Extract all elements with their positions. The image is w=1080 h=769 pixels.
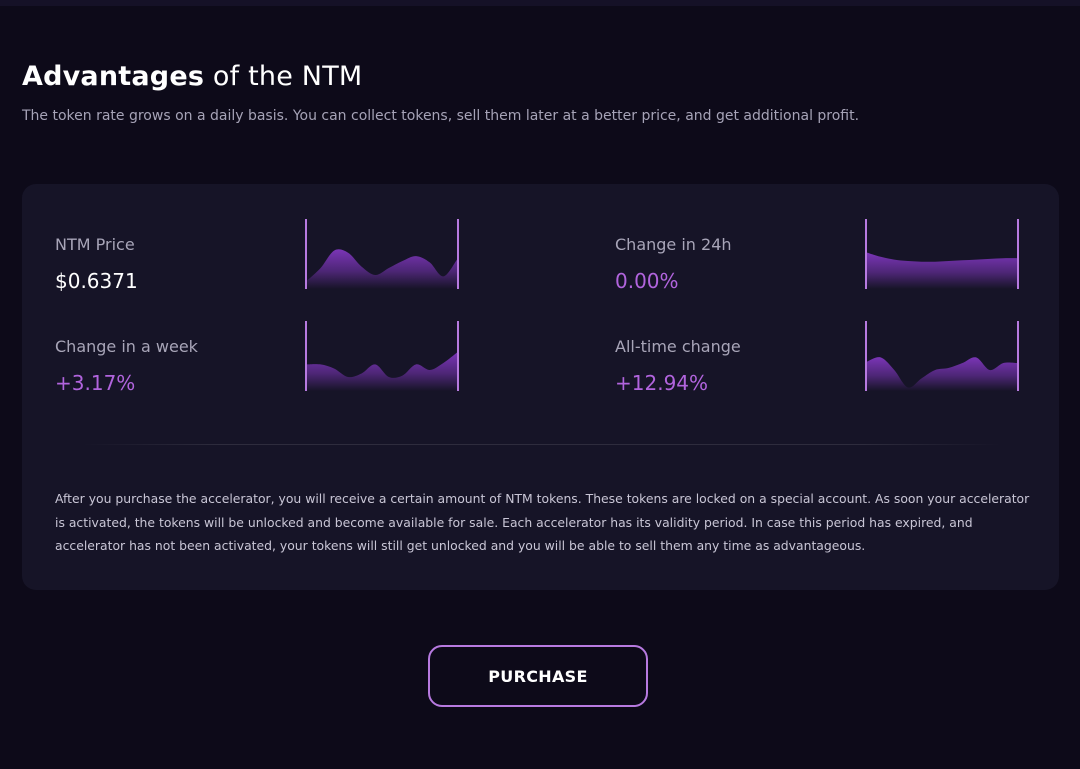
divider — [82, 444, 1002, 445]
sparkline-area — [307, 249, 457, 289]
stat-label: Change in a week — [55, 337, 198, 356]
stat-label: All-time change — [615, 337, 741, 356]
page-subtitle: The token rate grows on a daily basis. Y… — [22, 108, 860, 124]
page-title: Advantages of the NTM — [22, 60, 362, 94]
stat-value: +12.94% — [615, 371, 709, 395]
stat-change-week: Change in a week +3.17% — [55, 321, 475, 409]
stat-ntm-price: NTM Price $0.6371 — [55, 219, 475, 307]
page-title-rest: of the NTM — [204, 61, 363, 92]
stat-value: $0.6371 — [55, 269, 138, 293]
stat-value: +3.17% — [55, 371, 136, 395]
stat-all-time-change: All-time change +12.94% — [615, 321, 1035, 409]
change-24h-sparkline — [865, 219, 1019, 289]
stats-card: NTM Price $0.6371 Change in 24h 0.00% Ch… — [22, 184, 1059, 590]
sparkline-area — [867, 252, 1017, 289]
all-time-sparkline — [865, 321, 1019, 391]
change-week-sparkline — [305, 321, 459, 391]
stat-value: 0.00% — [615, 269, 679, 293]
accelerator-description: After you purchase the accelerator, you … — [55, 491, 1030, 553]
stat-label: Change in 24h — [615, 235, 732, 254]
purchase-button[interactable]: PURCHASE — [428, 645, 648, 707]
sparkline-area — [307, 352, 457, 391]
page-title-strong: Advantages — [22, 61, 205, 92]
price-sparkline — [305, 219, 459, 289]
stat-label: NTM Price — [55, 235, 135, 254]
sparkline-area — [867, 357, 1017, 391]
top-border — [0, 0, 1080, 6]
stat-change-24h: Change in 24h 0.00% — [615, 219, 1035, 307]
